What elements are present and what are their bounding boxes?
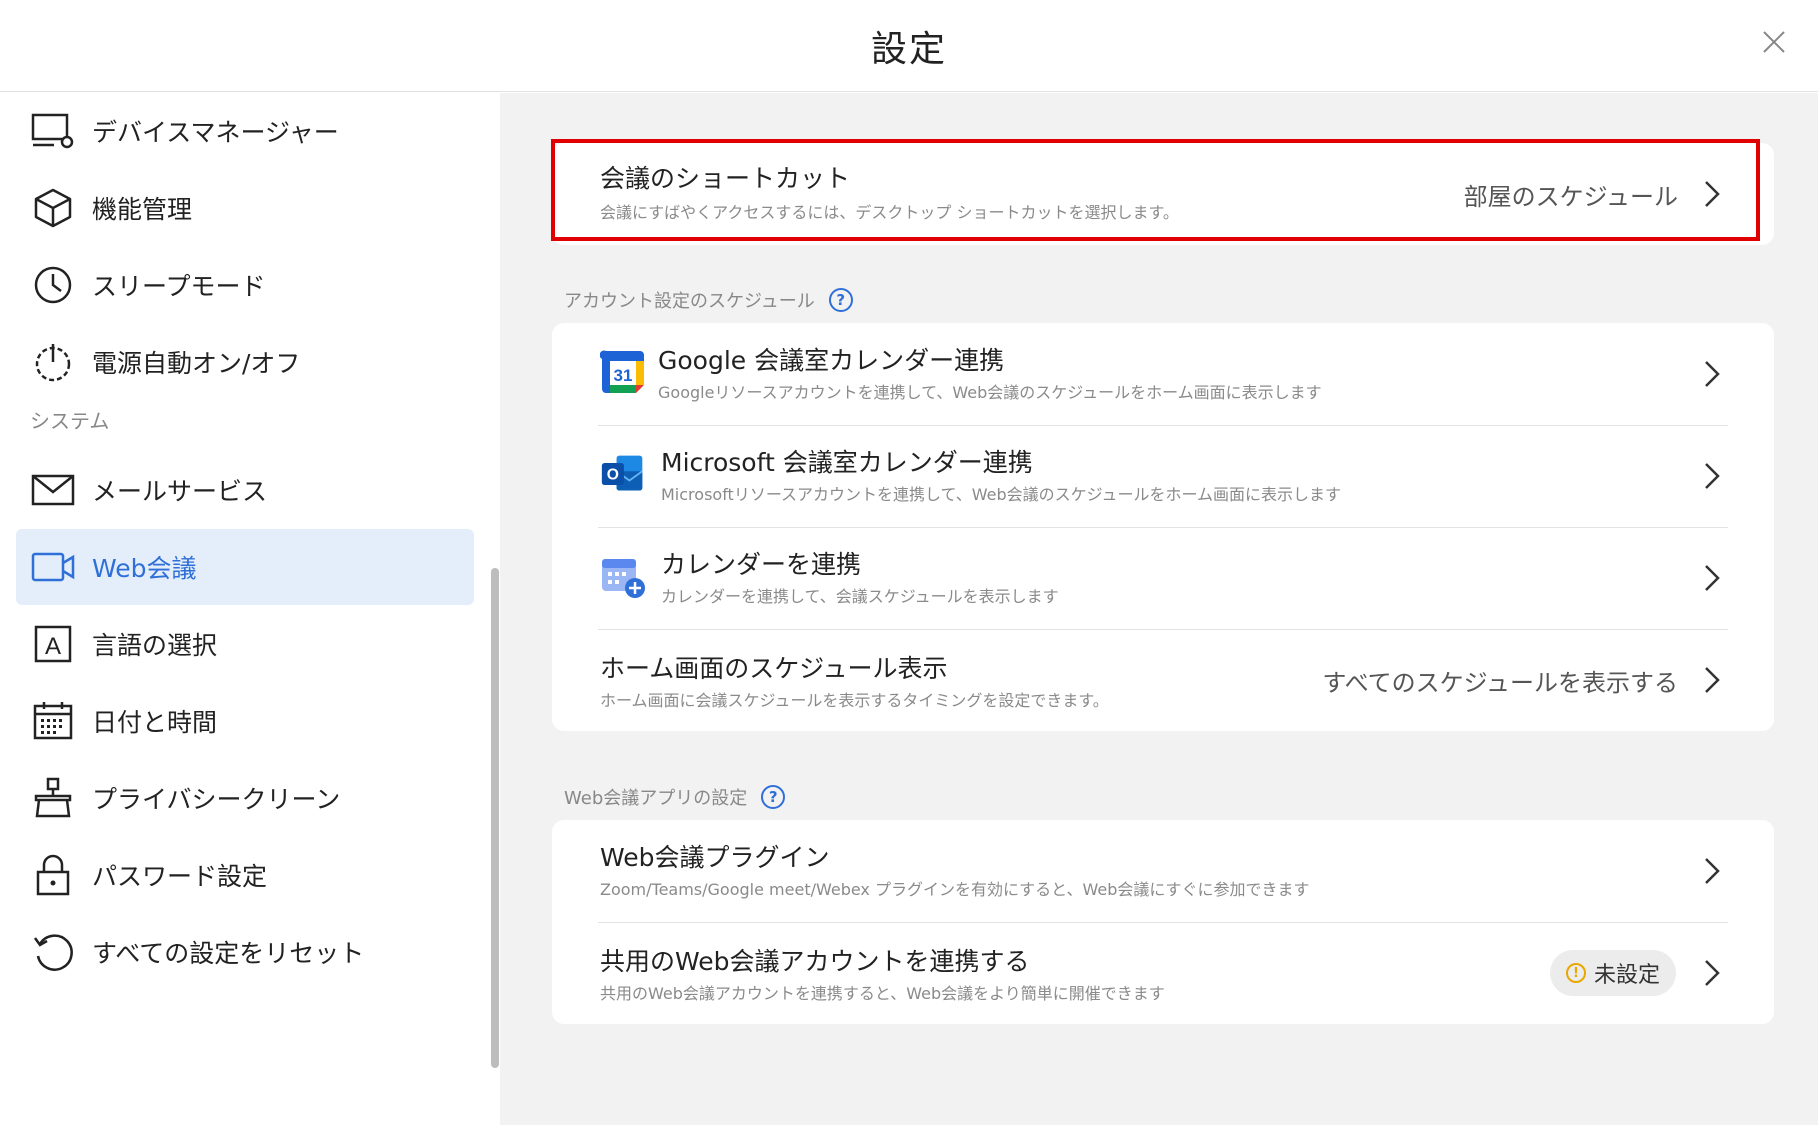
- sidebar-item-privacy-clean[interactable]: プライバシークリーン: [16, 760, 474, 836]
- sidebar-item-password[interactable]: パスワード設定: [16, 837, 474, 913]
- section-label-text: Web会議アプリの設定: [564, 788, 748, 809]
- google-calendar-icon: 31: [600, 350, 644, 393]
- sidebar-item-reset-all[interactable]: すべての設定をリセット: [16, 914, 474, 990]
- row-title: Google 会議室カレンダー連携: [658, 346, 1005, 375]
- sidebar-item-web-meeting[interactable]: Web会議: [16, 529, 474, 605]
- sidebar-item-power-schedule[interactable]: 電源自動オン/オフ: [16, 324, 474, 400]
- row-title: 共用のWeb会議アカウントを連携する: [600, 947, 1030, 976]
- sidebar-item-label: 言語の選択: [92, 631, 218, 660]
- chevron-right-icon: [1705, 565, 1720, 591]
- account-section-label: アカウント設定のスケジュール ?: [564, 287, 853, 313]
- svg-text:31: 31: [614, 366, 633, 385]
- broom-icon: [28, 773, 78, 823]
- calendar-link-row[interactable]: カレンダーを連携 カレンダーを連携して、会議スケジュールを表示します: [552, 527, 1774, 629]
- row-title: Microsoft 会議室カレンダー連携: [661, 448, 1033, 477]
- webapp-settings-card: Web会議プラグイン Zoom/Teams/Google meet/Webex …: [552, 820, 1774, 1024]
- sidebar-item-label: スリープモード: [92, 272, 266, 301]
- row-description: Microsoftリソースアカウントを連携して、Web会議のスケジュールをホーム…: [661, 485, 1342, 504]
- chevron-right-icon: [1705, 667, 1720, 693]
- webapp-section-label: Web会議アプリの設定 ?: [564, 784, 786, 810]
- svg-text:A: A: [45, 633, 61, 660]
- chevron-right-icon: [1705, 361, 1720, 387]
- badge-text: 未設定: [1593, 963, 1660, 988]
- sidebar-item-label: プライバシークリーン: [92, 785, 341, 814]
- reset-icon: [28, 927, 78, 977]
- help-icon[interactable]: ?: [828, 288, 853, 312]
- row-description: Zoom/Teams/Google meet/Webex プラグインを有効にする…: [600, 880, 1310, 899]
- row-title: Web会議プラグイン: [600, 843, 830, 872]
- sidebar-item-label: Web会議: [92, 554, 197, 583]
- cube-icon: [28, 183, 78, 233]
- clock-icon: [28, 260, 78, 310]
- row-description: ホーム画面に会議スケジュールを表示するタイミングを設定できます。: [600, 691, 1109, 710]
- web-meeting-plugin-row[interactable]: Web会議プラグイン Zoom/Teams/Google meet/Webex …: [552, 820, 1774, 922]
- sidebar-item-language[interactable]: A 言語の選択: [16, 606, 474, 682]
- row-description: カレンダーを連携して、会議スケジュールを表示します: [661, 587, 1059, 606]
- lock-icon: [28, 850, 78, 900]
- language-icon: A: [28, 619, 78, 669]
- row-title: カレンダーを連携: [661, 550, 862, 579]
- sidebar-item-label: 機能管理: [92, 195, 193, 224]
- sidebar-item-mail-service[interactable]: メールサービス: [16, 452, 474, 528]
- account-schedule-card: 31 Google 会議室カレンダー連携 Googleリソースアカウントを連携し…: [552, 323, 1774, 731]
- meeting-shortcut-row[interactable]: 会議のショートカット 会議にすばやくアクセスするには、デスクトップ ショートカッ…: [552, 143, 1774, 245]
- power-icon: [28, 337, 78, 387]
- google-calendar-row[interactable]: 31 Google 会議室カレンダー連携 Googleリソースアカウントを連携し…: [552, 323, 1774, 425]
- row-title: 会議のショートカット: [600, 164, 851, 193]
- row-value: 部屋のスケジュール: [1463, 183, 1678, 211]
- page-title: 設定: [870, 29, 947, 70]
- microsoft-calendar-row[interactable]: O Microsoft 会議室カレンダー連携 Microsoftリソースアカウン…: [552, 425, 1774, 527]
- row-description: 会議にすばやくアクセスするには、デスクトップ ショートカットを選択します。: [600, 203, 1179, 222]
- help-icon[interactable]: ?: [761, 785, 786, 809]
- status-badge: ! 未設定: [1550, 950, 1676, 996]
- sidebar-item-label: 電源自動オン/オフ: [92, 349, 301, 378]
- sidebar-item-label: メールサービス: [92, 477, 268, 506]
- shortcut-card: 会議のショートカット 会議にすばやくアクセスするには、デスクトップ ショートカッ…: [552, 143, 1774, 245]
- svg-text:O: O: [607, 467, 619, 484]
- calendar-add-icon: [602, 559, 645, 598]
- row-description: 共用のWeb会議アカウントを連携すると、Web会議をより簡単に開催できます: [600, 984, 1165, 1003]
- sidebar-scrollbar[interactable]: [491, 568, 499, 1068]
- section-label-system: システム: [30, 409, 110, 433]
- sidebar-item-label: 日付と時間: [92, 708, 218, 737]
- mail-icon: [28, 465, 78, 515]
- chevron-right-icon: [1705, 858, 1720, 884]
- calendar-icon: [28, 696, 78, 746]
- shared-account-row[interactable]: 共用のWeb会議アカウントを連携する 共用のWeb会議アカウントを連携すると、W…: [552, 922, 1774, 1024]
- sidebar-item-features[interactable]: 機能管理: [16, 170, 474, 246]
- sidebar-item-label: パスワード設定: [92, 862, 268, 891]
- sidebar-item-label: デバイスマネージャー: [92, 118, 339, 147]
- chevron-right-icon: [1705, 181, 1720, 207]
- sidebar-item-sleep-mode[interactable]: スリープモード: [16, 247, 474, 323]
- warning-icon: !: [1565, 963, 1586, 983]
- main-panel: 会議のショートカット 会議にすばやくアクセスするには、デスクトップ ショートカッ…: [500, 93, 1818, 1125]
- device-manager-icon: [28, 106, 78, 156]
- section-label-text: アカウント設定のスケジュール: [564, 291, 815, 312]
- sidebar-item-label: すべての設定をリセット: [92, 939, 365, 968]
- row-description: Googleリソースアカウントを連携して、Web会議のスケジュールをホーム画面に…: [658, 383, 1322, 402]
- chevron-right-icon: [1705, 463, 1720, 489]
- chevron-right-icon: [1705, 960, 1720, 986]
- sidebar-item-date-time[interactable]: 日付と時間: [16, 683, 474, 759]
- header: 設定: [0, 0, 1818, 92]
- close-icon[interactable]: [1758, 26, 1790, 58]
- sidebar-item-device-manager[interactable]: デバイスマネージャー: [16, 93, 474, 169]
- outlook-icon: O: [601, 455, 643, 491]
- home-schedule-display-row[interactable]: ホーム画面のスケジュール表示 ホーム画面に会議スケジュールを表示するタイミングを…: [552, 629, 1774, 731]
- video-icon: [28, 542, 78, 592]
- row-title: ホーム画面のスケジュール表示: [600, 654, 948, 683]
- sidebar: デバイスマネージャー 機能管理 スリープモード 電源自動オン/オフ システム メ…: [0, 93, 500, 1125]
- row-value: すべてのスケジュールを表示する: [1322, 669, 1678, 697]
